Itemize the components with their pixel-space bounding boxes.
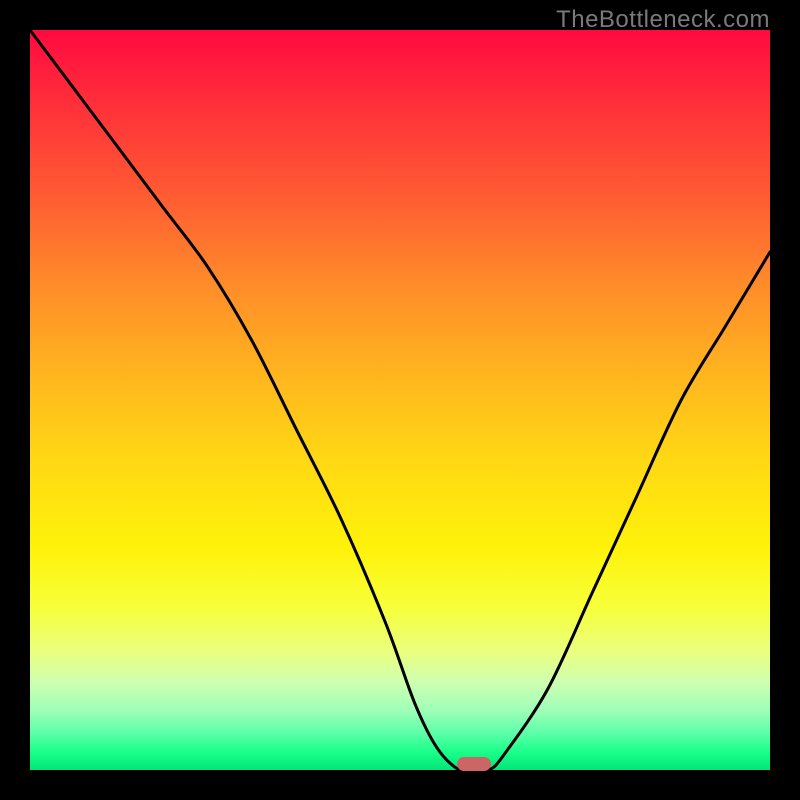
chart-frame: TheBottleneck.com: [0, 0, 800, 800]
optimal-marker: [457, 757, 491, 771]
plot-area: [30, 30, 770, 770]
bottleneck-curve: [30, 30, 770, 770]
